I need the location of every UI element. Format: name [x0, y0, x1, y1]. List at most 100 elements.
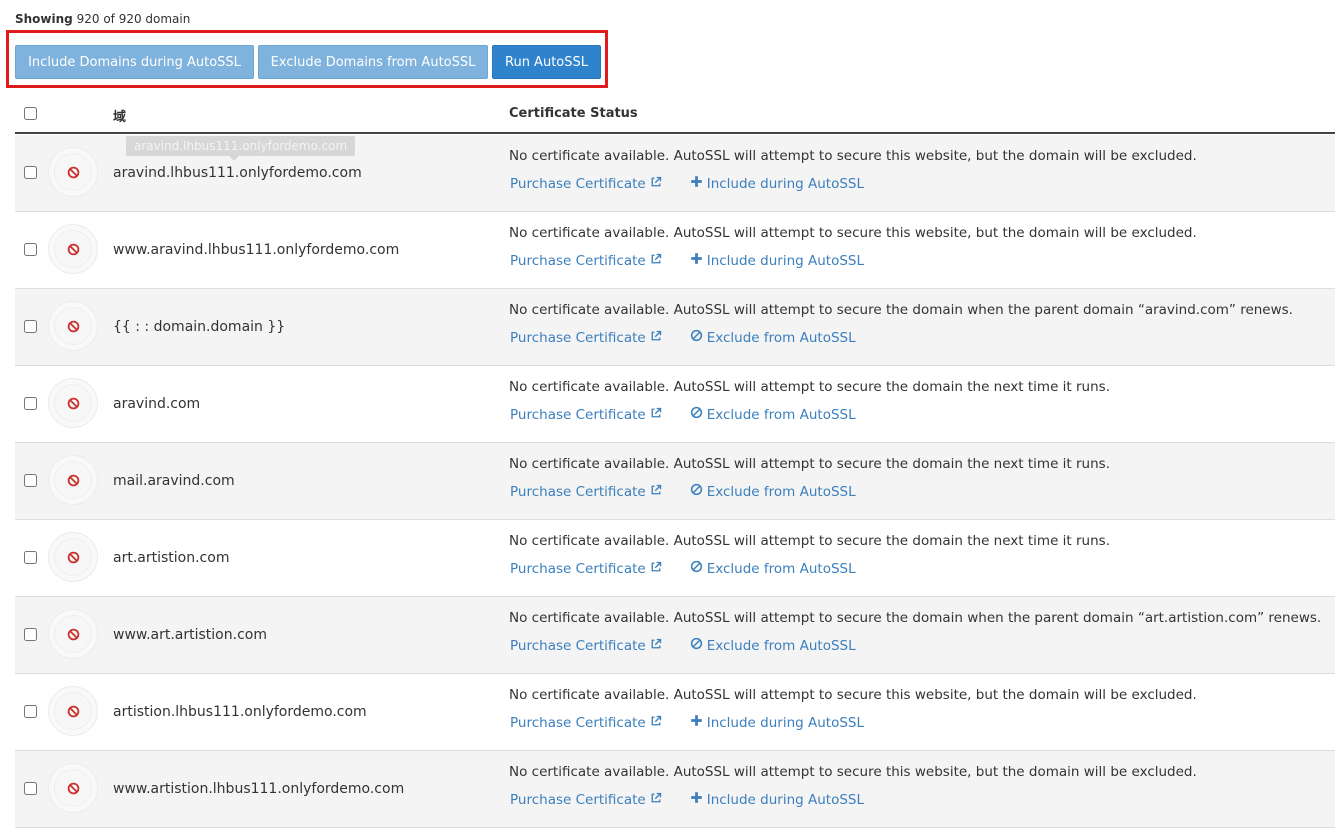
row-checkbox[interactable] — [24, 782, 37, 795]
row-actions: Purchase Certificate Include during AutoS… — [510, 252, 864, 270]
purchase-certificate-label: Purchase Certificate — [510, 484, 646, 500]
row-checkbox[interactable] — [24, 705, 37, 718]
table-row: mail.aravind.com No certificate available… — [15, 443, 1335, 520]
purchase-certificate-label: Purchase Certificate — [510, 330, 646, 346]
include-during-autossl-link-label: Include during AutoSSL — [706, 175, 864, 192]
certificate-status-text: No certificate available. AutoSSL will a… — [509, 610, 1322, 626]
include-during-autossl-link[interactable]: Include during AutoSSL — [690, 714, 864, 731]
purchase-certificate-label: Purchase Certificate — [510, 792, 646, 808]
certificate-status-text: No certificate available. AutoSSL will a… — [509, 687, 1197, 703]
domain-name: aravind.com — [113, 396, 201, 412]
external-link-icon — [650, 253, 662, 269]
plus-icon — [690, 252, 703, 269]
ban-icon — [690, 406, 703, 423]
exclude-from-autossl-link-label: Exclude from AutoSSL — [706, 329, 856, 346]
select-all-checkbox[interactable] — [24, 107, 37, 120]
include-during-autossl-link[interactable]: Include during AutoSSL — [690, 791, 864, 808]
purchase-certificate-label: Purchase Certificate — [510, 561, 646, 577]
ban-icon — [690, 329, 703, 346]
certificate-status-text: No certificate available. AutoSSL will a… — [509, 225, 1197, 241]
exclude-domains-button[interactable]: Exclude Domains from AutoSSL — [258, 45, 488, 79]
certificate-status-text: No certificate available. AutoSSL will a… — [509, 302, 1293, 318]
table-row: www.aravind.lhbus111.onlyfordemo.com No c… — [15, 212, 1335, 289]
row-actions: Purchase Certificate Include during AutoS… — [510, 714, 864, 732]
certificate-status-text: No certificate available. AutoSSL will a… — [509, 148, 1197, 164]
tooltip-arrow — [229, 156, 239, 161]
domain-name: www.aravind.lhbus111.onlyfordemo.com — [113, 242, 400, 258]
purchase-certificate-link[interactable]: Purchase Certificate — [510, 484, 662, 500]
column-header-certificate-status: Certificate Status — [509, 106, 638, 121]
certificate-status-text: No certificate available. AutoSSL will a… — [509, 456, 1110, 472]
row-checkbox[interactable] — [24, 551, 37, 564]
purchase-certificate-link[interactable]: Purchase Certificate — [510, 715, 662, 731]
exclude-from-autossl-link[interactable]: Exclude from AutoSSL — [690, 329, 856, 346]
column-header-domain: 域 — [113, 110, 127, 125]
row-checkbox[interactable] — [24, 166, 37, 179]
row-actions: Purchase Certificate Include during AutoS… — [510, 175, 864, 193]
purchase-certificate-label: Purchase Certificate — [510, 176, 646, 192]
row-checkbox[interactable] — [24, 474, 37, 487]
exclude-from-autossl-link[interactable]: Exclude from AutoSSL — [690, 637, 856, 654]
purchase-certificate-link[interactable]: Purchase Certificate — [510, 176, 662, 192]
purchase-certificate-link[interactable]: Purchase Certificate — [510, 638, 662, 654]
purchase-certificate-link[interactable]: Purchase Certificate — [510, 253, 662, 269]
no-certificate-status-icon — [48, 378, 98, 428]
include-during-autossl-link[interactable]: Include during AutoSSL — [690, 252, 864, 269]
domain-name: artistion.lhbus111.onlyfordemo.com — [113, 704, 367, 720]
no-certificate-status-icon — [48, 763, 98, 813]
table-row: {{ : : domain.domain }} No certificate av… — [15, 289, 1335, 366]
domain-name: www.art.artistion.com — [113, 627, 267, 643]
plus-icon — [690, 175, 703, 192]
purchase-certificate-label: Purchase Certificate — [510, 407, 646, 423]
exclude-from-autossl-link[interactable]: Exclude from AutoSSL — [690, 560, 856, 577]
domain-name: aravind.lhbus111.onlyfordemo.com — [113, 165, 362, 181]
exclude-from-autossl-link[interactable]: Exclude from AutoSSL — [690, 483, 856, 500]
row-actions: Purchase Certificate Exclude from AutoSSL — [510, 406, 856, 424]
no-certificate-status-icon — [48, 686, 98, 736]
purchase-certificate-label: Purchase Certificate — [510, 715, 646, 731]
row-checkbox[interactable] — [24, 320, 37, 333]
domain-tooltip: aravind.lhbus111.onlyfordemo.com — [126, 136, 356, 156]
purchase-certificate-link[interactable]: Purchase Certificate — [510, 561, 662, 577]
include-during-autossl-link-label: Include during AutoSSL — [706, 252, 864, 269]
table-row: www.artistion.lhbus111.onlyfordemo.com No… — [15, 751, 1335, 828]
certificate-status-text: No certificate available. AutoSSL will a… — [509, 764, 1197, 780]
showing-summary: Showing 920 of 920 domain — [15, 12, 190, 26]
row-actions: Purchase Certificate Exclude from AutoSSL — [510, 637, 856, 655]
purchase-certificate-link[interactable]: Purchase Certificate — [510, 792, 662, 808]
purchase-certificate-link[interactable]: Purchase Certificate — [510, 330, 662, 346]
exclude-from-autossl-link-label: Exclude from AutoSSL — [706, 483, 856, 500]
no-certificate-status-icon — [48, 224, 98, 274]
exclude-from-autossl-link[interactable]: Exclude from AutoSSL — [690, 406, 856, 423]
ban-icon — [690, 637, 703, 654]
table-row: aravind.com No certificate available. Aut… — [15, 366, 1335, 443]
include-domains-button[interactable]: Include Domains during AutoSSL — [15, 45, 254, 79]
row-checkbox[interactable] — [24, 243, 37, 256]
external-link-icon — [650, 715, 662, 731]
row-actions: Purchase Certificate Exclude from AutoSSL — [510, 560, 856, 578]
no-certificate-status-icon — [48, 455, 98, 505]
domain-name: www.artistion.lhbus111.onlyfordemo.com — [113, 781, 405, 797]
external-link-icon — [650, 638, 662, 654]
external-link-icon — [650, 484, 662, 500]
certificate-status-text: No certificate available. AutoSSL will a… — [509, 379, 1110, 395]
table-row: art.artistion.com No certificate availabl… — [15, 520, 1335, 597]
run-autossl-button[interactable]: Run AutoSSL — [492, 45, 601, 79]
table-row: artistion.lhbus111.onlyfordemo.com No cer… — [15, 674, 1335, 751]
ban-icon — [690, 560, 703, 577]
no-certificate-status-icon — [48, 301, 98, 351]
certificate-status-text: No certificate available. AutoSSL will a… — [509, 533, 1110, 549]
showing-count: 920 of 920 domain — [76, 12, 191, 26]
row-checkbox[interactable] — [24, 628, 37, 641]
domain-name: mail.aravind.com — [113, 473, 235, 489]
table-row: www.art.artistion.com No certificate avai… — [15, 597, 1335, 674]
external-link-icon — [650, 176, 662, 192]
external-link-icon — [650, 792, 662, 808]
row-checkbox[interactable] — [24, 397, 37, 410]
exclude-from-autossl-link-label: Exclude from AutoSSL — [706, 560, 856, 577]
purchase-certificate-label: Purchase Certificate — [510, 638, 646, 654]
include-during-autossl-link[interactable]: Include during AutoSSL — [690, 175, 864, 192]
domain-name: art.artistion.com — [113, 550, 230, 566]
purchase-certificate-label: Purchase Certificate — [510, 253, 646, 269]
purchase-certificate-link[interactable]: Purchase Certificate — [510, 407, 662, 423]
